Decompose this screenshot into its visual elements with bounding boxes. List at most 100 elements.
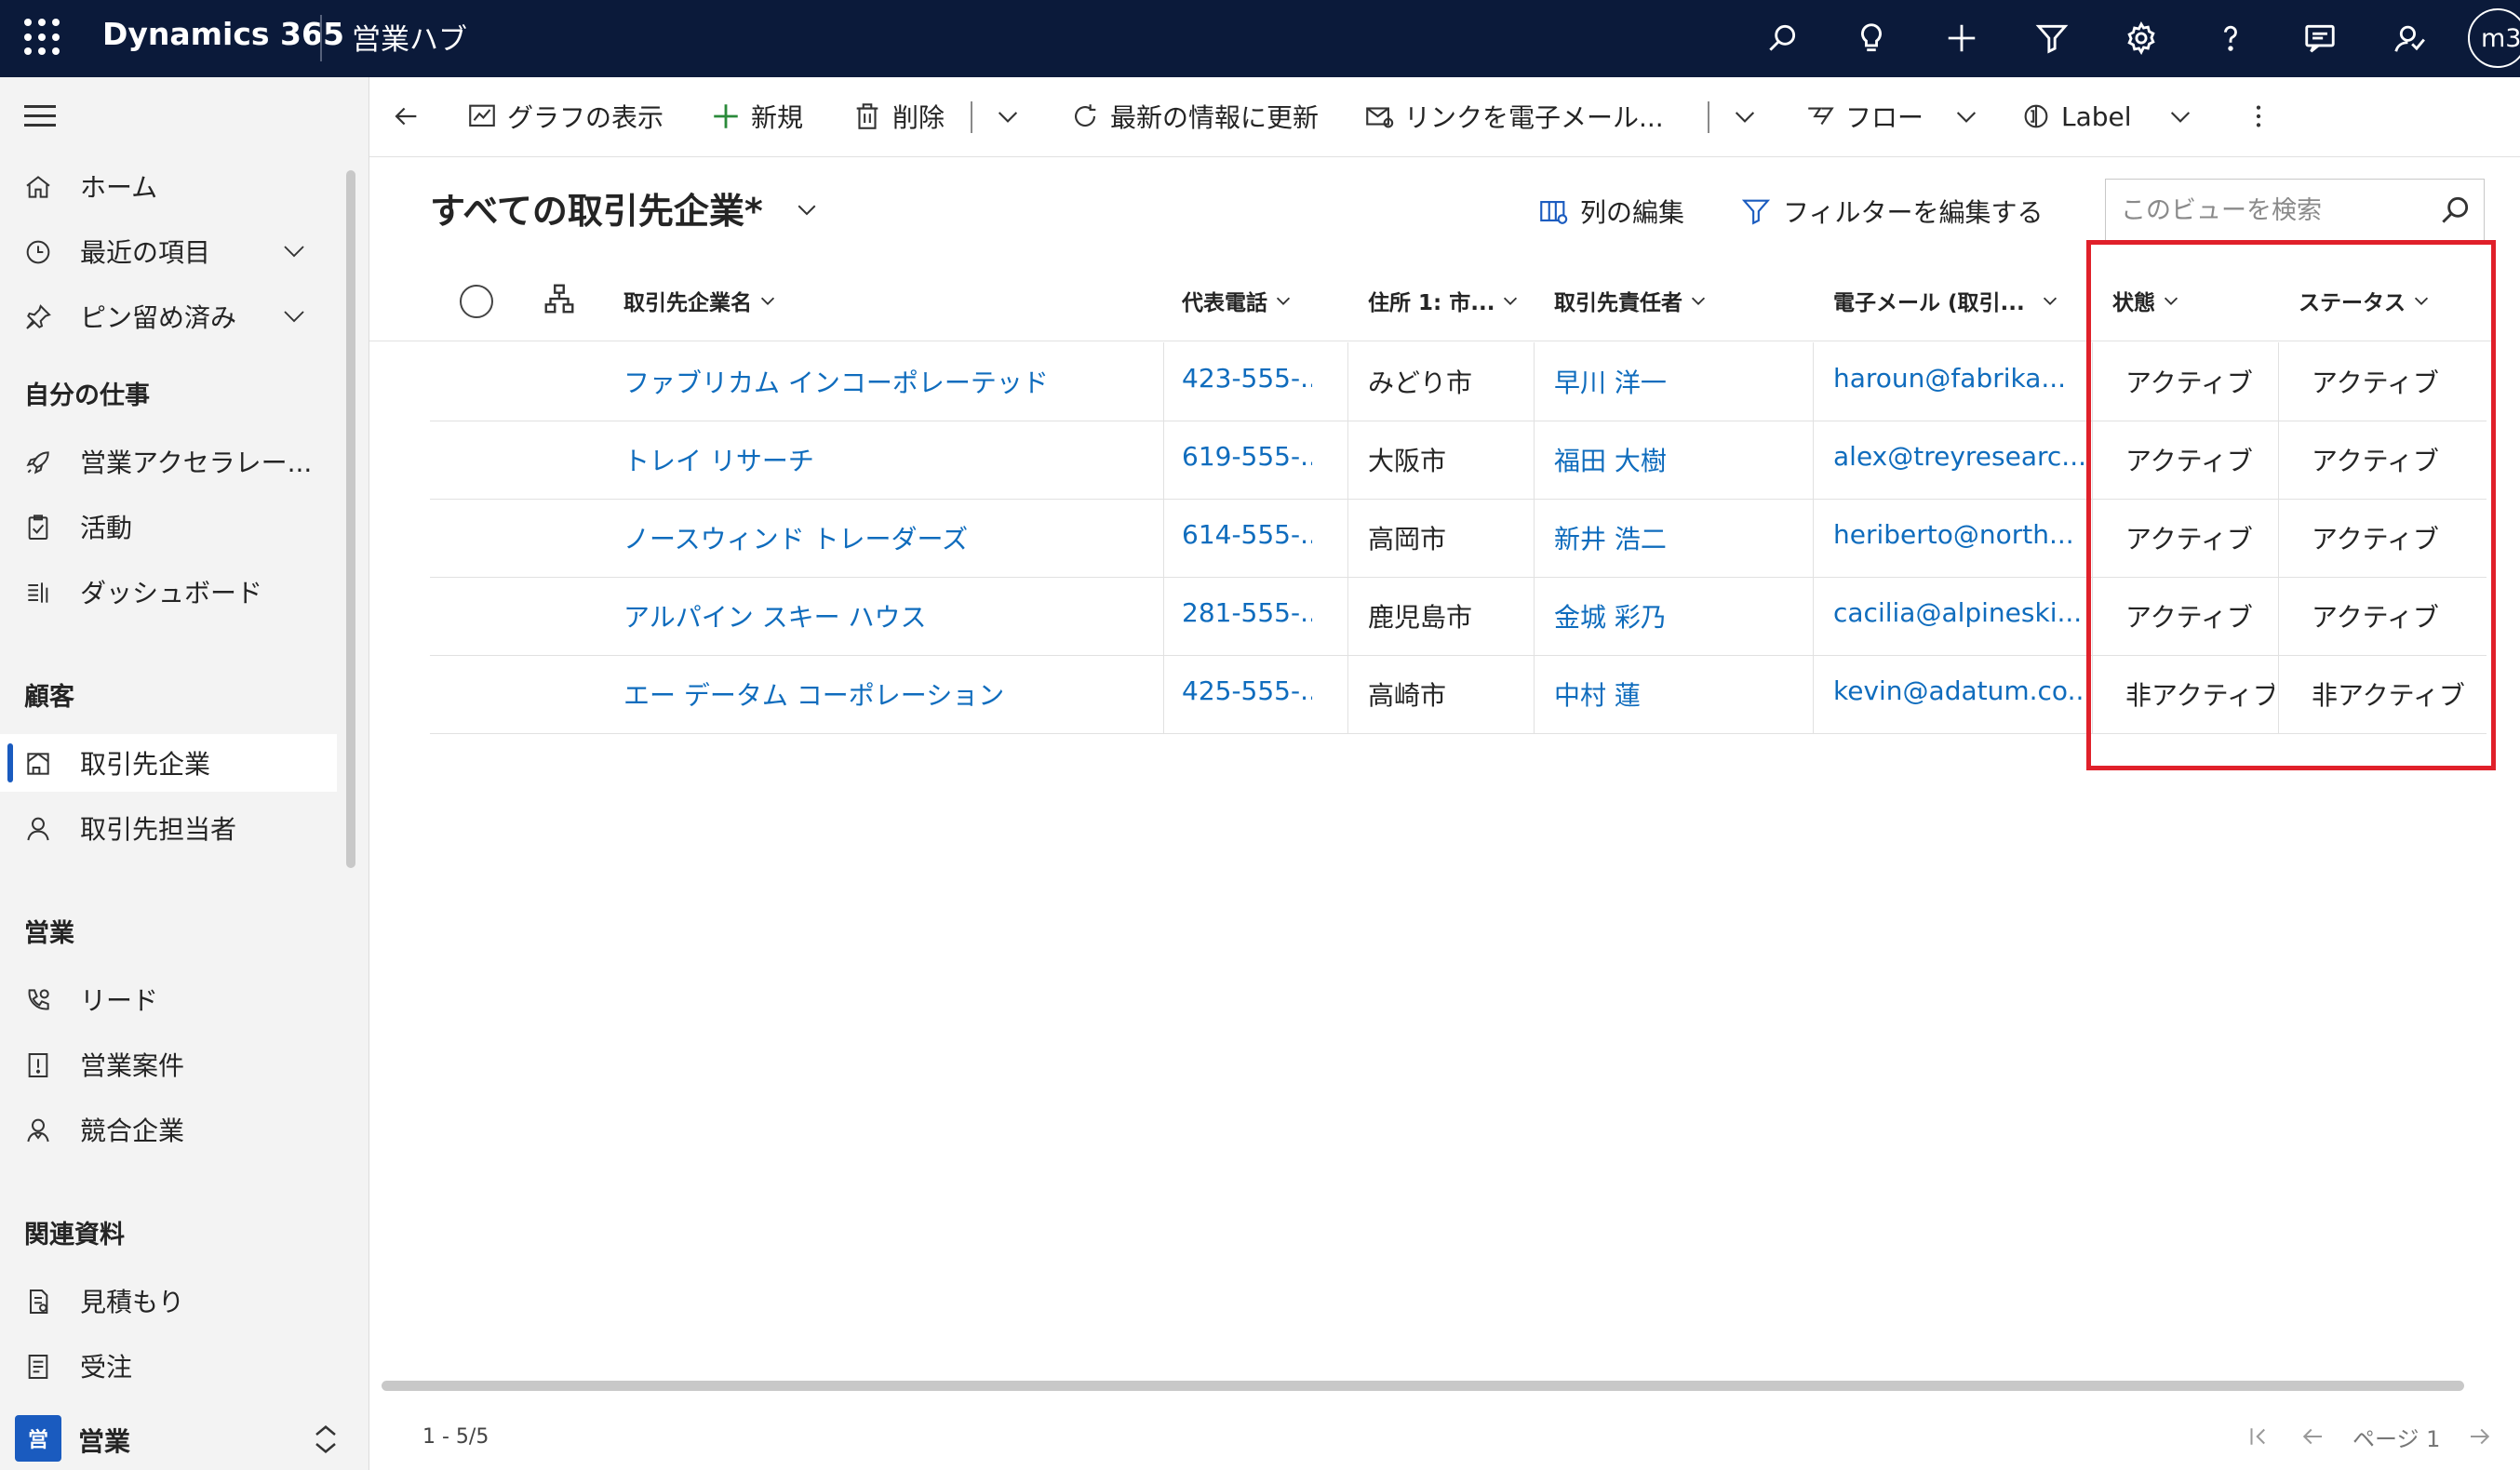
email-link[interactable]: alex@treyresearc... <box>1833 441 2084 472</box>
sidebar-item-leads[interactable]: リード <box>0 970 337 1028</box>
sidebar-item-home[interactable]: ホーム <box>0 157 337 215</box>
sidebar-item-dashboards[interactable]: ダッシュボード <box>0 563 337 621</box>
account-name-link[interactable]: ファブリカム インコーポレーテッド <box>623 363 1145 400</box>
phone-link[interactable]: 619-555-... <box>1182 441 1312 472</box>
new-button[interactable]: 新規 <box>710 96 803 137</box>
chevron-down-icon[interactable] <box>1730 101 1760 131</box>
email-link-button[interactable]: リンクを電子メール... <box>1363 96 1664 137</box>
chat-icon[interactable] <box>2295 13 2345 63</box>
email-link[interactable]: heriberto@north... <box>1833 519 2084 550</box>
avatar[interactable]: m3 <box>2468 8 2520 68</box>
section-heading-my-work: 自分の仕事 <box>24 381 150 410</box>
account-name-link[interactable]: アルパイン スキー ハウス <box>623 597 1145 635</box>
phone-link[interactable]: 281-555-... <box>1182 597 1312 628</box>
person-icon <box>20 811 56 847</box>
contact-link[interactable]: 新井 浩二 <box>1554 519 1805 556</box>
hierarchy-icon[interactable] <box>542 281 577 316</box>
sidebar-item-label: 競合企業 <box>80 1116 185 1146</box>
sidebar-item-label: ダッシュボード <box>80 578 263 608</box>
account-name-link[interactable]: エー データム コーポレーション <box>623 675 1145 713</box>
column-header-city[interactable]: 住所 1: 市... <box>1368 279 1521 322</box>
app-name[interactable]: Dynamics 365 <box>102 16 344 52</box>
sidebar-item-activities[interactable]: 活動 <box>0 498 337 555</box>
account-name-link[interactable]: トレイ リサーチ <box>623 441 1145 478</box>
sidebar-item-opportunities[interactable]: 営業案件 <box>0 1036 337 1093</box>
area-switcher[interactable]: 営 営業 <box>0 1408 369 1470</box>
hub-name[interactable]: 営業ハブ <box>352 16 467 58</box>
contact-link[interactable]: 金城 彩乃 <box>1554 597 1805 635</box>
chevron-down-icon[interactable] <box>993 101 1023 131</box>
chevron-down-icon[interactable] <box>277 237 311 265</box>
email-link[interactable]: kevin@adatum.co... <box>1833 675 2084 706</box>
plus-icon[interactable] <box>1937 13 1987 63</box>
dashboard-icon <box>20 575 56 610</box>
refresh-label: 最新の情報に更新 <box>1110 102 1320 133</box>
label-button[interactable]: Label <box>2020 96 2132 137</box>
search-icon[interactable] <box>2437 193 2473 228</box>
column-header-primary-contact[interactable]: 取引先責任者 <box>1554 279 1709 322</box>
filter-icon[interactable] <box>2027 13 2077 63</box>
app-launcher-icon[interactable] <box>24 19 61 56</box>
back-button[interactable] <box>390 96 431 137</box>
view-title[interactable]: すべての取引先企業* <box>430 182 763 234</box>
column-header-account-name[interactable]: 取引先企業名 <box>623 279 778 322</box>
chevron-down-icon[interactable] <box>2165 101 2195 131</box>
sidebar-item-label: 営業案件 <box>80 1050 185 1081</box>
sidebar-item-contacts[interactable]: 取引先担当者 <box>0 799 337 857</box>
city-cell: みどり市 <box>1368 368 1473 398</box>
flow-icon <box>1808 107 1834 126</box>
column-header-label: 取引先企業名 <box>623 291 752 315</box>
contact-link[interactable]: 早川 洋一 <box>1554 363 1805 400</box>
contact-link[interactable]: 中村 蓮 <box>1554 675 1805 713</box>
sidebar-scrollbar[interactable] <box>346 170 355 868</box>
chevron-down-icon[interactable] <box>793 195 821 223</box>
sidebar-item-pinned[interactable]: ピン留め済み <box>0 287 337 345</box>
more-icon[interactable] <box>2244 101 2273 131</box>
sidebar-item-accounts[interactable]: 取引先企業 <box>0 734 337 792</box>
column-header-main-phone[interactable]: 代表電話 <box>1182 279 1294 322</box>
previous-page-button[interactable] <box>2299 1420 2326 1453</box>
column-header-email[interactable]: 電子メール (取引... <box>1833 279 2060 322</box>
filter-icon <box>1741 199 1771 225</box>
sidebar-item-competitors[interactable]: 競合企業 <box>0 1101 337 1158</box>
divider <box>320 15 322 61</box>
sidebar-item-quotes[interactable]: 見積もり <box>0 1272 337 1330</box>
phone-link[interactable]: 423-555-... <box>1182 363 1312 394</box>
forward-arrow-icon <box>2471 1428 2490 1445</box>
horizontal-scrollbar[interactable] <box>382 1381 2464 1391</box>
search-input[interactable] <box>2119 191 2420 230</box>
sidebar-item-recent[interactable]: 最近の項目 <box>0 222 337 280</box>
column-header-label: 取引先責任者 <box>1554 291 1682 315</box>
city-cell: 高岡市 <box>1368 524 1447 555</box>
delete-button[interactable]: 削除 <box>851 96 945 137</box>
feedback-icon[interactable] <box>2384 13 2434 63</box>
sidebar-item-sales-accelerator[interactable]: 営業アクセラレー... <box>0 433 337 490</box>
select-all-checkbox[interactable] <box>460 285 493 318</box>
first-page-button[interactable] <box>2245 1420 2272 1453</box>
next-page-button[interactable] <box>2466 1420 2494 1453</box>
refresh-button[interactable]: 最新の情報に更新 <box>1069 96 1319 137</box>
view-search <box>2105 179 2485 242</box>
contact-link[interactable]: 福田 大樹 <box>1554 441 1805 478</box>
show-chart-button[interactable]: グラフの表示 <box>466 96 664 137</box>
email-link[interactable]: cacilia@alpineski... <box>1833 597 2084 628</box>
lightbulb-icon[interactable] <box>1846 13 1897 63</box>
settings-icon[interactable] <box>2116 13 2166 63</box>
chevron-down-icon[interactable] <box>277 302 311 330</box>
flow-button[interactable]: フロー <box>1804 96 1924 137</box>
edit-filters-button[interactable]: フィルターを編集する <box>1740 192 2043 231</box>
sidebar-item-label: 活動 <box>80 513 133 543</box>
email-link[interactable]: haroun@fabrika... <box>1833 363 2084 394</box>
chevron-up-down-icon <box>315 1425 336 1453</box>
account-name-link[interactable]: ノースウィンド トレーダーズ <box>623 519 1145 556</box>
rocket-icon <box>20 445 56 480</box>
edit-columns-button[interactable]: 列の編集 <box>1537 192 1684 231</box>
menu-icon[interactable] <box>24 105 56 133</box>
chevron-down-icon[interactable] <box>1951 101 1981 131</box>
phone-link[interactable]: 614-555-... <box>1182 519 1312 550</box>
sidebar-item-orders[interactable]: 受注 <box>0 1337 337 1395</box>
help-icon[interactable] <box>2205 13 2256 63</box>
edit-filters-label: フィルターを編集する <box>1783 197 2044 228</box>
phone-link[interactable]: 425-555-... <box>1182 675 1312 706</box>
search-icon[interactable] <box>1757 13 1807 63</box>
